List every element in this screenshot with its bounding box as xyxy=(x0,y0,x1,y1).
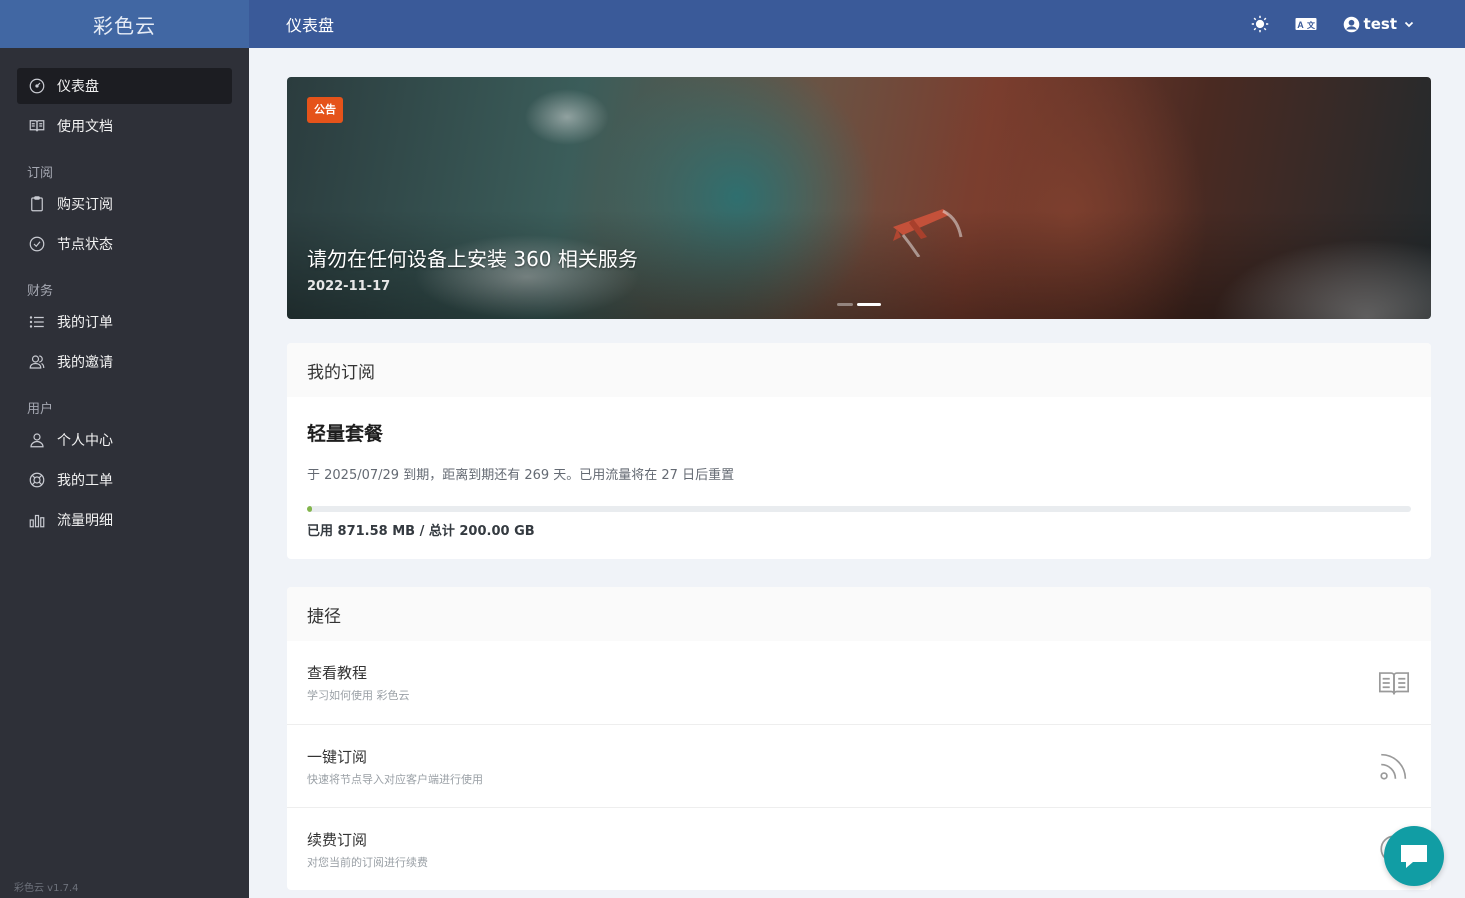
brand-logo[interactable]: 彩色云 xyxy=(0,0,249,48)
notice-carousel[interactable]: 公告 请勿在任何设备上安装 360 相关服务 2022-11-17 xyxy=(287,77,1431,319)
shortcut-desc: 快速将节点导入对应客户端进行使用 xyxy=(307,772,483,786)
carousel-dot-active[interactable] xyxy=(857,303,881,306)
book-icon xyxy=(1377,666,1411,700)
traffic-usage: 已用 871.58 MB / 总计 200.00 GB xyxy=(307,524,535,539)
carousel-dot[interactable] xyxy=(837,303,853,306)
users-icon xyxy=(27,352,47,372)
shortcut-desc: 对您当前的订阅进行续费 xyxy=(307,855,428,869)
shortcuts-heading: 捷径 xyxy=(287,587,1431,641)
notice-date: 2022-11-17 xyxy=(307,279,391,294)
svg-text:A: A xyxy=(1297,20,1304,30)
sidebar-item-label: 我的工单 xyxy=(57,473,113,489)
language-translate-icon[interactable]: A文 xyxy=(1295,16,1317,32)
nav-group-finance: 财务 xyxy=(27,284,54,299)
shortcut-text: 查看教程 学习如何使用 彩色云 xyxy=(307,662,1377,703)
notice-title[interactable]: 请勿在任何设备上安装 360 相关服务 xyxy=(307,243,638,272)
shortcut-desc: 学习如何使用 彩色云 xyxy=(307,689,410,702)
sidebar-item-docs[interactable]: 使用文档 xyxy=(17,108,232,144)
chat-support-button[interactable] xyxy=(1384,826,1444,886)
nav-group-subscription: 订阅 xyxy=(27,166,54,181)
subscription-body: 轻量套餐 于 2025/07/29 到期，距离到期还有 269 天。已用流量将在… xyxy=(287,397,1431,559)
bar-chart-icon xyxy=(27,510,47,530)
subscription-card: 我的订阅 轻量套餐 于 2025/07/29 到期，距离到期还有 269 天。已… xyxy=(287,343,1431,559)
nav-group-user: 用户 xyxy=(27,402,54,417)
shortcuts-list: 查看教程 学习如何使用 彩色云 一键订阅 快速将节点导入对应客户端进行使用 续费… xyxy=(287,641,1431,890)
username: test xyxy=(1363,15,1397,33)
sidebar-item-my-orders[interactable]: 我的订单 xyxy=(17,304,232,340)
sidebar-item-label: 我的订单 xyxy=(57,315,113,331)
shortcut-text: 一键订阅 快速将节点导入对应客户端进行使用 xyxy=(307,746,1377,787)
airplane-illustration-icon xyxy=(883,197,963,261)
banner-shade xyxy=(287,77,1431,319)
sidebar-item-dashboard[interactable]: 仪表盘 xyxy=(17,68,232,104)
chevron-down-icon xyxy=(1403,18,1415,30)
sidebar-item-buy-subscription[interactable]: 购买订阅 xyxy=(17,186,232,222)
sidebar-item-my-invites[interactable]: 我的邀请 xyxy=(17,344,232,380)
carousel-indicators xyxy=(837,303,885,306)
traffic-progress-fill xyxy=(307,506,312,512)
book-icon xyxy=(27,116,47,136)
plan-expiry-info: 于 2025/07/29 到期，距离到期还有 269 天。已用流量将在 27 日… xyxy=(307,468,735,483)
notice-badge: 公告 xyxy=(307,97,343,123)
sidebar-nav: 仪表盘 使用文档 订阅 购买订阅 节点状态 财务 我的订单 我的邀请 用户 个人… xyxy=(0,48,249,538)
sidebar-item-traffic[interactable]: 流量明细 xyxy=(17,502,232,538)
user-menu[interactable]: test xyxy=(1343,15,1415,33)
svg-text:文: 文 xyxy=(1307,20,1316,30)
shortcut-view-tutorial[interactable]: 查看教程 学习如何使用 彩色云 xyxy=(287,641,1431,724)
shortcut-title: 一键订阅 xyxy=(307,747,368,766)
dashboard-icon xyxy=(27,76,47,96)
sidebar-item-label: 个人中心 xyxy=(57,433,113,449)
header-actions: A文 test xyxy=(1225,15,1415,33)
user-icon xyxy=(27,430,47,450)
chat-bubble-icon xyxy=(1399,842,1429,870)
sidebar: 彩色云 仪表盘 使用文档 订阅 购买订阅 节点状态 财务 我的订单 我的邀请 用… xyxy=(0,0,249,898)
shortcut-title: 续费订阅 xyxy=(307,830,368,849)
main-content: 公告 请勿在任何设备上安装 360 相关服务 2022-11-17 我的订阅 轻… xyxy=(287,77,1431,890)
shortcut-renew-subscription[interactable]: 续费订阅 对您当前的订阅进行续费 xyxy=(287,807,1431,890)
rss-icon xyxy=(1377,749,1411,783)
sidebar-item-label: 购买订阅 xyxy=(57,197,113,213)
traffic-progress-bar xyxy=(307,506,1411,512)
shortcut-text: 续费订阅 对您当前的订阅进行续费 xyxy=(307,829,1377,870)
plan-name: 轻量套餐 xyxy=(307,423,384,445)
sidebar-item-label: 节点状态 xyxy=(57,237,113,253)
page-title: 仪表盘 xyxy=(286,16,335,35)
sidebar-item-label: 我的邀请 xyxy=(57,355,113,371)
theme-toggle-sun-icon[interactable] xyxy=(1251,15,1269,33)
app-version: 彩色云 v1.7.4 xyxy=(14,883,79,894)
sidebar-item-label: 使用文档 xyxy=(57,119,113,135)
list-icon xyxy=(27,312,47,332)
top-header: 仪表盘 A文 test xyxy=(249,0,1465,48)
sidebar-item-label: 流量明细 xyxy=(57,513,113,529)
sidebar-item-profile[interactable]: 个人中心 xyxy=(17,422,232,458)
shortcut-one-click-subscribe[interactable]: 一键订阅 快速将节点导入对应客户端进行使用 xyxy=(287,724,1431,807)
user-avatar-icon xyxy=(1343,16,1360,33)
subscription-heading: 我的订阅 xyxy=(287,343,1431,397)
lifebuoy-icon xyxy=(27,470,47,490)
clipboard-icon xyxy=(27,194,47,214)
check-circle-icon xyxy=(27,234,47,254)
sidebar-item-node-status[interactable]: 节点状态 xyxy=(17,226,232,262)
sidebar-item-tickets[interactable]: 我的工单 xyxy=(17,462,232,498)
sidebar-item-label: 仪表盘 xyxy=(57,79,99,95)
shortcuts-card: 捷径 查看教程 学习如何使用 彩色云 一键订阅 快速将节点导入对应客户端进行使用 xyxy=(287,587,1431,890)
shortcut-title: 查看教程 xyxy=(307,664,368,682)
